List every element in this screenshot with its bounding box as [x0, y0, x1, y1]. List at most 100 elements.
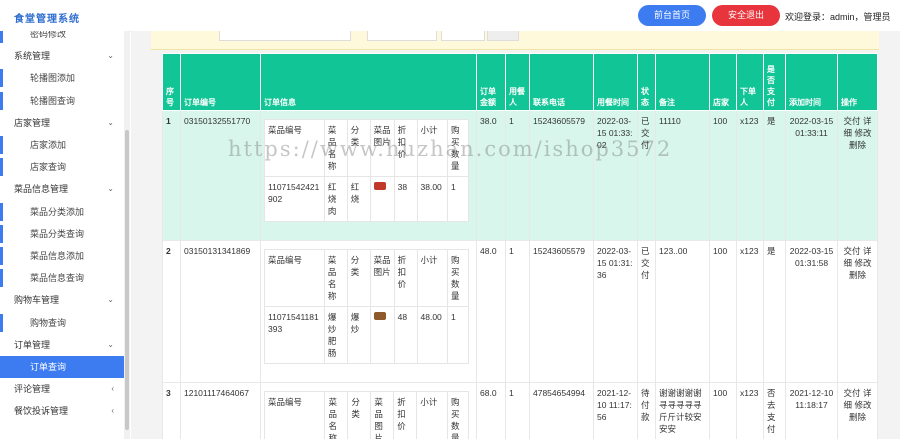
- action-link-3[interactable]: 删除: [849, 140, 866, 150]
- order-info: 菜品编号 菜品名称 分类 菜品图片 折扣价 小计 购买数量: [260, 382, 477, 439]
- filter-select-2[interactable]: [441, 31, 485, 41]
- menu-group-label: 购物车管理: [14, 295, 60, 306]
- menu-item-0[interactable]: 密码修改: [0, 31, 124, 45]
- chevron-icon: ⌄: [107, 295, 114, 305]
- diners: 1: [505, 382, 530, 439]
- item-header: 小计: [416, 391, 448, 439]
- menu-group-1[interactable]: 系统管理 ⌄: [0, 45, 124, 67]
- chevron-icon: ‹: [111, 406, 114, 416]
- diners: 1: [505, 240, 530, 383]
- diners: 1: [505, 110, 530, 241]
- order-item-row: 11071541181393 爆炒肥肠 爆炒 48 48.00 1: [264, 306, 469, 364]
- item-category: 爆炒: [346, 306, 371, 364]
- menu-group-7[interactable]: 菜品信息管理 ⌄: [0, 178, 124, 200]
- menu-item-label: 密码修改: [30, 31, 67, 39]
- chevron-icon: ⌄: [107, 184, 114, 194]
- menu-item-marker: [0, 136, 3, 154]
- shop: 100: [709, 240, 737, 383]
- shop: 100: [709, 110, 737, 241]
- menu-item-3[interactable]: 轮播图查询: [0, 90, 124, 112]
- column-header: 操作: [837, 53, 878, 111]
- column-header: 状态: [637, 53, 656, 111]
- item-header: 购买数量: [447, 119, 469, 177]
- menu-item-9[interactable]: 菜品分类查询: [0, 223, 124, 245]
- home-button[interactable]: 前台首页: [638, 5, 706, 26]
- menu-group-4[interactable]: 店家管理 ⌄: [0, 112, 124, 134]
- search-button[interactable]: [487, 31, 519, 41]
- app-title: 食堂管理系统: [14, 14, 80, 25]
- table-row[interactable]: 3 12101117464067 菜品编号 菜品名称 分类 菜品图片 折扣价 小计 购买数量 68…: [162, 382, 878, 439]
- actions: 交付 详细 修改 删除: [837, 110, 878, 241]
- phone: 47854654994: [529, 382, 594, 439]
- menu-item-marker: [0, 269, 3, 288]
- status: 已交付: [637, 240, 656, 383]
- item-header: 小计: [416, 119, 449, 177]
- filter-select[interactable]: [367, 31, 437, 41]
- action-link-2[interactable]: 修改: [854, 400, 871, 410]
- item-header: 分类: [346, 249, 371, 307]
- action-link-0[interactable]: 交付: [844, 116, 861, 126]
- action-link-3[interactable]: 删除: [849, 270, 866, 280]
- action-link-0[interactable]: 交付: [844, 246, 861, 256]
- column-header: 添加时间: [785, 53, 838, 111]
- menu-item-6[interactable]: 店家查询: [0, 156, 124, 178]
- menu-group-12[interactable]: 购物车管理 ⌄: [0, 289, 124, 311]
- menu-item-label: 菜品信息添加: [30, 251, 85, 261]
- added-time: 2021-12-10 11:18:17: [785, 382, 838, 439]
- search-input[interactable]: [219, 31, 351, 41]
- logout-button[interactable]: 安全退出: [712, 5, 780, 26]
- menu-item-marker: [0, 158, 3, 177]
- menu-group-16[interactable]: 评论管理 ‹: [0, 378, 124, 400]
- column-header: 序号: [162, 53, 181, 111]
- item-price: 48: [393, 306, 418, 364]
- order-amount: 38.0: [476, 110, 506, 241]
- ordered-by: x123: [736, 382, 764, 439]
- order-number: 03150132551770: [180, 110, 261, 241]
- menu-item-15[interactable]: 订单查询: [0, 356, 124, 378]
- column-header: 订单信息: [260, 53, 477, 111]
- menu-item-8[interactable]: 菜品分类添加: [0, 201, 124, 223]
- menu-item-11[interactable]: 菜品信息查询: [0, 267, 124, 289]
- ordered-by: x123: [736, 240, 764, 383]
- column-header: 订单编号: [180, 53, 261, 111]
- menu-item-13[interactable]: 购物查询: [0, 312, 124, 334]
- welcome-text: 欢迎登录：admin，管理员: [785, 12, 891, 22]
- item-header: 菜品图片: [370, 391, 395, 439]
- column-header: 订单金额: [476, 53, 506, 111]
- action-link-2[interactable]: 修改: [854, 258, 871, 268]
- action-link-3[interactable]: 删除: [849, 412, 866, 422]
- menu-group-17[interactable]: 餐饮投诉管理 ‹: [0, 400, 124, 422]
- menu-item-marker: [0, 313, 3, 332]
- phone: 15243605579: [529, 110, 594, 241]
- order-info: 菜品编号 菜品名称 分类 菜品图片 折扣价 小计 购买数量 11071542421902 红烧肉…: [260, 110, 477, 241]
- column-header: 店家: [709, 53, 737, 111]
- sidebar-scroll-thumb[interactable]: [125, 130, 129, 430]
- menu-item-5[interactable]: 店家添加: [0, 134, 124, 156]
- menu-group-label: 评论管理: [14, 384, 51, 395]
- item-subtotal: 38.00: [416, 176, 449, 222]
- menu-item-10[interactable]: 菜品信息添加: [0, 245, 124, 267]
- item-qty: 1: [447, 306, 469, 364]
- menu-group-label: 餐饮投诉管理: [14, 406, 69, 417]
- order-info: 菜品编号 菜品名称 分类 菜品图片 折扣价 小计 购买数量 11071541181393 爆炒肥…: [260, 240, 477, 383]
- order-number: 03150131341869: [180, 240, 261, 383]
- item-header: 购买数量: [446, 391, 470, 439]
- chevron-icon: ‹: [111, 384, 114, 394]
- order-items-table: 菜品编号 菜品名称 分类 菜品图片 折扣价 小计 购买数量 11071542421902 红烧肉…: [264, 119, 469, 222]
- paid: 是: [763, 240, 786, 383]
- table-row[interactable]: 1 03150132551770 菜品编号 菜品名称 分类 菜品图片 折扣价 小计 购买数量 11…: [162, 110, 878, 241]
- remark: 谢谢谢谢谢寻寻寻寻寻斤斤计较安安安: [655, 382, 710, 439]
- orders-table: 序号 订单编号 订单信息 订单金额 用餐人 联系电话 用餐时间 状态 备注 店家 下单人 是否支付 添加…: [162, 53, 878, 439]
- menu-group-14[interactable]: 订单管理 ⌄: [0, 334, 124, 356]
- menu-item-label: 订单查询: [30, 362, 67, 372]
- action-link-0[interactable]: 交付: [844, 388, 861, 398]
- order-items-table: 菜品编号 菜品名称 分类 菜品图片 折扣价 小计 购买数量: [263, 391, 470, 439]
- order-item-row: 11071542421902 红烧肉 红烧 38 38.00 1: [264, 176, 469, 222]
- menu-item-2[interactable]: 轮播图添加: [0, 67, 124, 89]
- row-index: 2: [162, 240, 181, 383]
- chevron-icon: ⌄: [107, 117, 114, 127]
- order-amount: 68.0: [476, 382, 506, 439]
- menu-item-label: 购物查询: [30, 317, 67, 328]
- action-link-2[interactable]: 修改: [854, 128, 871, 138]
- table-row[interactable]: 2 03150131341869 菜品编号 菜品名称 分类 菜品图片 折扣价 小计 购买数量 11…: [162, 240, 878, 383]
